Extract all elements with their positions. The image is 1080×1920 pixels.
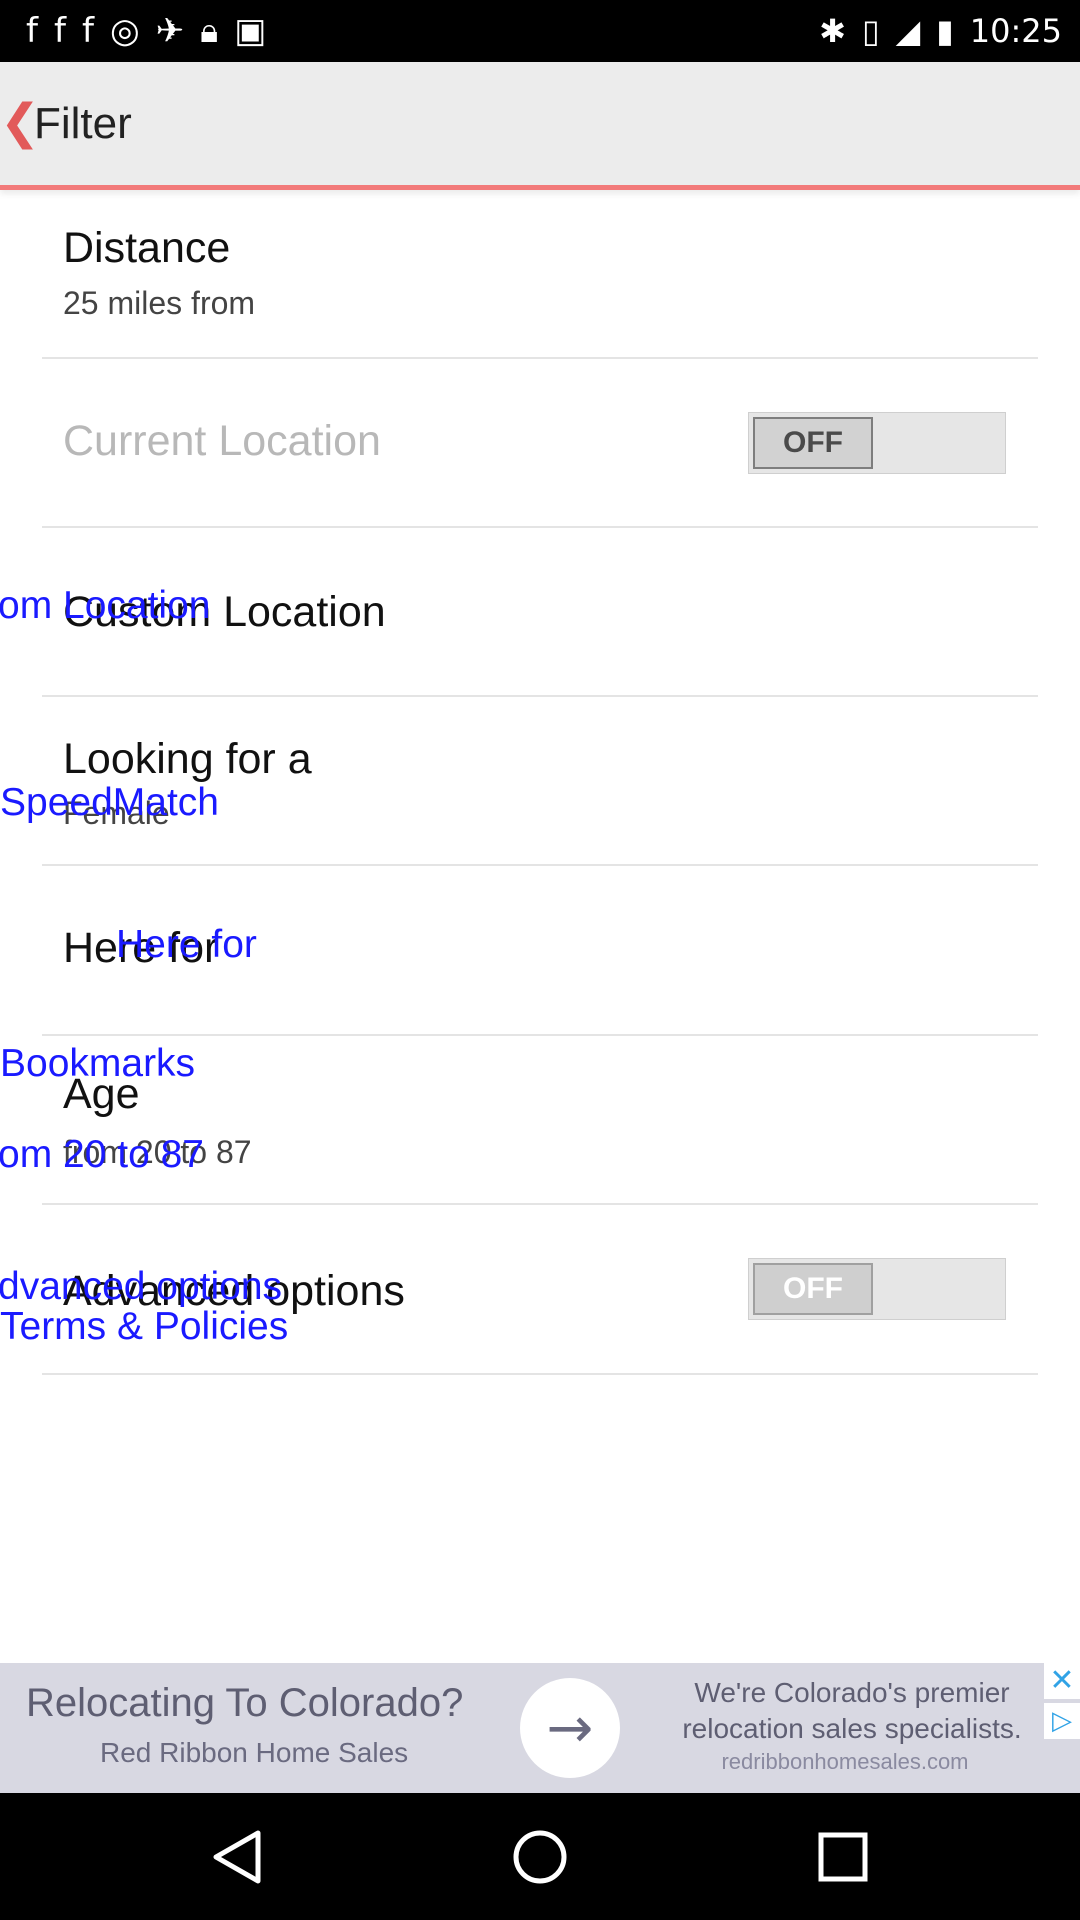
overlay-age-range: om 20 to 87 <box>0 1133 204 1176</box>
back-icon[interactable] <box>208 1827 268 1887</box>
toggle-knob: OFF <box>753 1263 873 1315</box>
distance-value: 25 miles from <box>63 285 256 321</box>
facebook-icon: f <box>53 11 66 51</box>
divider <box>42 1373 1038 1375</box>
ad-banner[interactable]: Relocating To Colorado? Red Ribbon Home … <box>0 1663 1080 1793</box>
distance-title: Distance <box>63 224 231 272</box>
ad-description: We're Colorado's premier relocation sale… <box>682 1677 1022 1744</box>
fake-gps-icon: ✈ <box>155 11 185 51</box>
ad-headline: Relocating To Colorado? <box>26 1681 464 1725</box>
overlay-here-for: Here for <box>116 923 257 966</box>
battery-icon: ▮ <box>936 12 954 50</box>
home-icon[interactable] <box>510 1827 570 1887</box>
ad-url: redribbonhomesales.com <box>721 1749 969 1774</box>
advanced-options-toggle[interactable]: OFF <box>748 1258 1006 1320</box>
close-icon[interactable]: ✕ <box>1044 1663 1080 1699</box>
overlay-advanced-options: dvanced options <box>0 1265 283 1308</box>
status-bar: f f f ◎ ✈ 🔒︎ ▣ ✱ ▯ ◢ ▮ 10:25 <box>0 0 1080 62</box>
current-location-toggle[interactable]: OFF <box>748 412 1006 474</box>
vibrate-icon: ▯ <box>861 12 880 50</box>
clock: 10:25 <box>969 12 1062 50</box>
lock-icon: 🔒︎ <box>200 11 219 51</box>
overlay-custom-location: om Location <box>0 584 211 627</box>
filter-item-distance[interactable]: Distance 25 miles from <box>0 190 1080 358</box>
facebook-icon: f <box>26 11 38 51</box>
action-bar: ❮ Filter <box>0 62 1080 190</box>
filter-item-current-location: Current Location OFF <box>0 359 1080 527</box>
arrow-right-icon[interactable]: → <box>520 1678 620 1778</box>
notification-icons: f f f ◎ ✈ 🔒︎ ▣ <box>26 10 266 52</box>
navigation-bar <box>0 1793 1080 1920</box>
toggle-knob: OFF <box>753 417 873 469</box>
overlay-terms-policies: Terms & Policies <box>0 1305 289 1348</box>
android-icon: ▣ <box>234 11 267 51</box>
adchoices-icon[interactable]: ▷ <box>1044 1703 1080 1739</box>
system-icons: ✱ ▯ ◢ ▮ 10:25 <box>819 8 1062 54</box>
bluetooth-icon: ✱ <box>819 12 846 50</box>
page-title: Filter <box>34 99 132 148</box>
recent-apps-icon[interactable] <box>813 1827 873 1887</box>
facebook-icon: f <box>81 11 94 51</box>
circle-icon: ◎ <box>109 11 140 51</box>
overlay-speedmatch: SpeedMatch <box>0 781 219 824</box>
looking-for-title: Looking for a <box>63 735 312 783</box>
overlay-bookmarks: Bookmarks <box>0 1042 196 1085</box>
current-location-title: Current Location <box>63 417 381 465</box>
signal-icon: ◢ <box>895 12 921 50</box>
ad-advertiser: Red Ribbon Home Sales <box>100 1737 409 1768</box>
